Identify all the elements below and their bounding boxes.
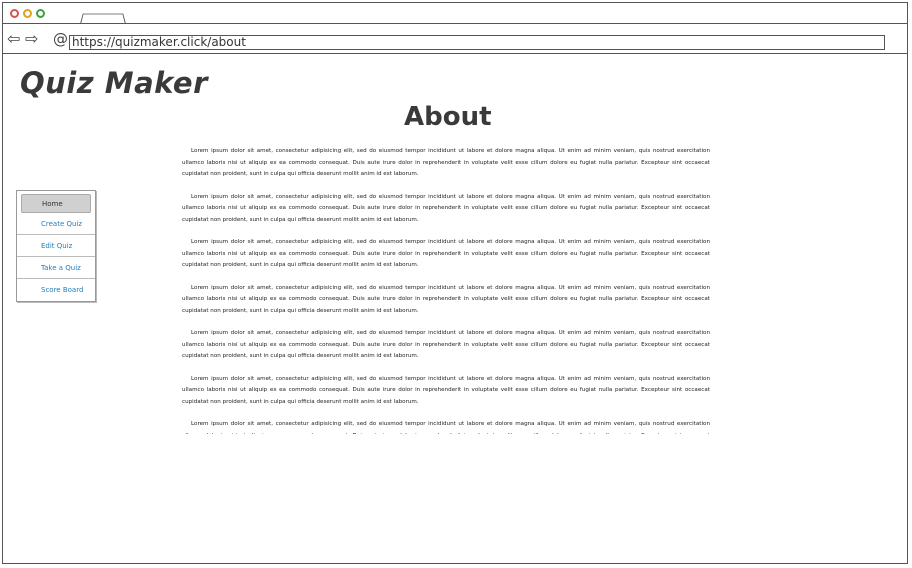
- paragraph: Lorem ipsum dolor sit amet, consectetur …: [182, 330, 710, 359]
- paragraph: Lorem ipsum dolor sit amet, consectetur …: [182, 284, 710, 314]
- app-logo[interactable]: Quiz Maker: [20, 66, 208, 100]
- paragraph: Lorem ipsum dolor sit amet, consectetur …: [182, 148, 710, 177]
- sidebar-item-home[interactable]: Home: [21, 194, 91, 213]
- url-field[interactable]: https://quizmaker.click/about: [69, 35, 885, 50]
- address-bar: ⇦ ⇨ @ https://quizmaker.click/about: [3, 24, 907, 54]
- sidebar-item-edit-quiz[interactable]: Edit Quiz: [17, 235, 95, 257]
- sidebar-item-take-a-quiz[interactable]: Take a Quiz: [17, 257, 95, 279]
- paragraph: Lorem ipsum dolor sit amet, consectetur …: [182, 193, 710, 223]
- forward-arrow-icon[interactable]: ⇨: [25, 31, 38, 47]
- close-window-icon[interactable]: [10, 9, 19, 18]
- browser-tab[interactable]: [80, 13, 126, 24]
- back-arrow-icon[interactable]: ⇦: [7, 31, 20, 47]
- title-bar: [3, 3, 907, 24]
- page-title: About: [404, 102, 492, 132]
- sidebar-item-create-quiz[interactable]: Create Quiz: [17, 213, 95, 235]
- at-sign-icon: @: [53, 30, 68, 48]
- sidebar-nav: Home Create Quiz Edit Quiz Take a Quiz S…: [16, 190, 96, 302]
- about-content: Lorem ipsum dolor sit amet, consectetur …: [182, 146, 710, 434]
- paragraph: Lorem ipsum dolor sit amet, consectetur …: [182, 375, 710, 405]
- maximize-window-icon[interactable]: [36, 9, 45, 18]
- sidebar-item-score-board[interactable]: Score Board: [17, 279, 95, 301]
- paragraph: Lorem ipsum dolor sit amet, consectetur …: [182, 239, 710, 268]
- minimize-window-icon[interactable]: [23, 9, 32, 18]
- paragraph: Lorem ipsum dolor sit amet, consectetur …: [182, 421, 710, 434]
